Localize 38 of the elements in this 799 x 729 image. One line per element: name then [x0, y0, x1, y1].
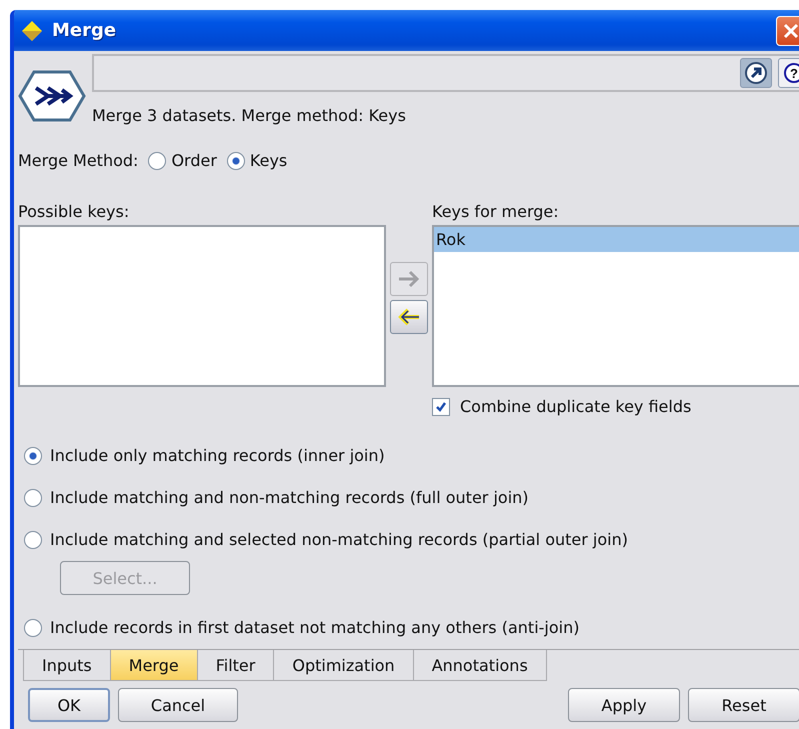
radio-label: Include only matching records (inner join) [50, 446, 385, 465]
check-icon [435, 400, 447, 412]
arrow-icon-button[interactable] [740, 58, 772, 88]
description-text: Merge 3 datasets. Merge method: Keys [92, 105, 407, 125]
radio-button[interactable] [24, 618, 42, 636]
dialog-button[interactable]: Reset [688, 688, 799, 722]
move-button[interactable] [390, 300, 428, 334]
dialog-button[interactable]: OK [28, 688, 110, 722]
node-icon [18, 70, 86, 122]
dialog-button[interactable]: Apply [568, 688, 680, 722]
keys-for-merge-label: Keys for merge: [432, 202, 560, 221]
tab[interactable]: Inputs [23, 650, 111, 681]
window-title: Merge [52, 20, 118, 41]
tab[interactable]: Annotations [412, 650, 547, 681]
radio-label: Keys [250, 151, 288, 170]
right-arrow-icon [397, 269, 421, 289]
list-item[interactable]: Rok [434, 227, 799, 252]
radio-button[interactable] [24, 488, 42, 506]
left-arrow-icon [397, 307, 421, 327]
help-button[interactable]: ? [778, 58, 799, 88]
radio-button[interactable] [226, 152, 245, 170]
radio-label: Include matching and non-matching records (full outer join) [50, 488, 529, 507]
keys-for-merge-list[interactable]: Rok [432, 225, 799, 387]
merge-method-label: Merge Method: [18, 151, 138, 170]
checkbox[interactable] [432, 398, 450, 416]
radio-label: Order [171, 151, 217, 170]
dialog-button[interactable]: Cancel [118, 688, 238, 722]
radio-button[interactable] [24, 530, 42, 548]
possible-keys-label: Possible keys: [18, 202, 130, 221]
radio-button[interactable] [24, 446, 42, 464]
close-icon [782, 22, 799, 40]
tab[interactable]: Merge [110, 650, 198, 681]
radio-label: Include matching and selected non-matching records (partial outer join) [50, 530, 628, 549]
close-button[interactable] [776, 16, 799, 46]
diamond-icon [20, 18, 44, 42]
checkbox-label: Combine duplicate key fields [460, 397, 692, 416]
radio-label: Include records in first dataset not matching any others (anti-join) [50, 618, 580, 637]
radio-button[interactable] [148, 152, 166, 170]
